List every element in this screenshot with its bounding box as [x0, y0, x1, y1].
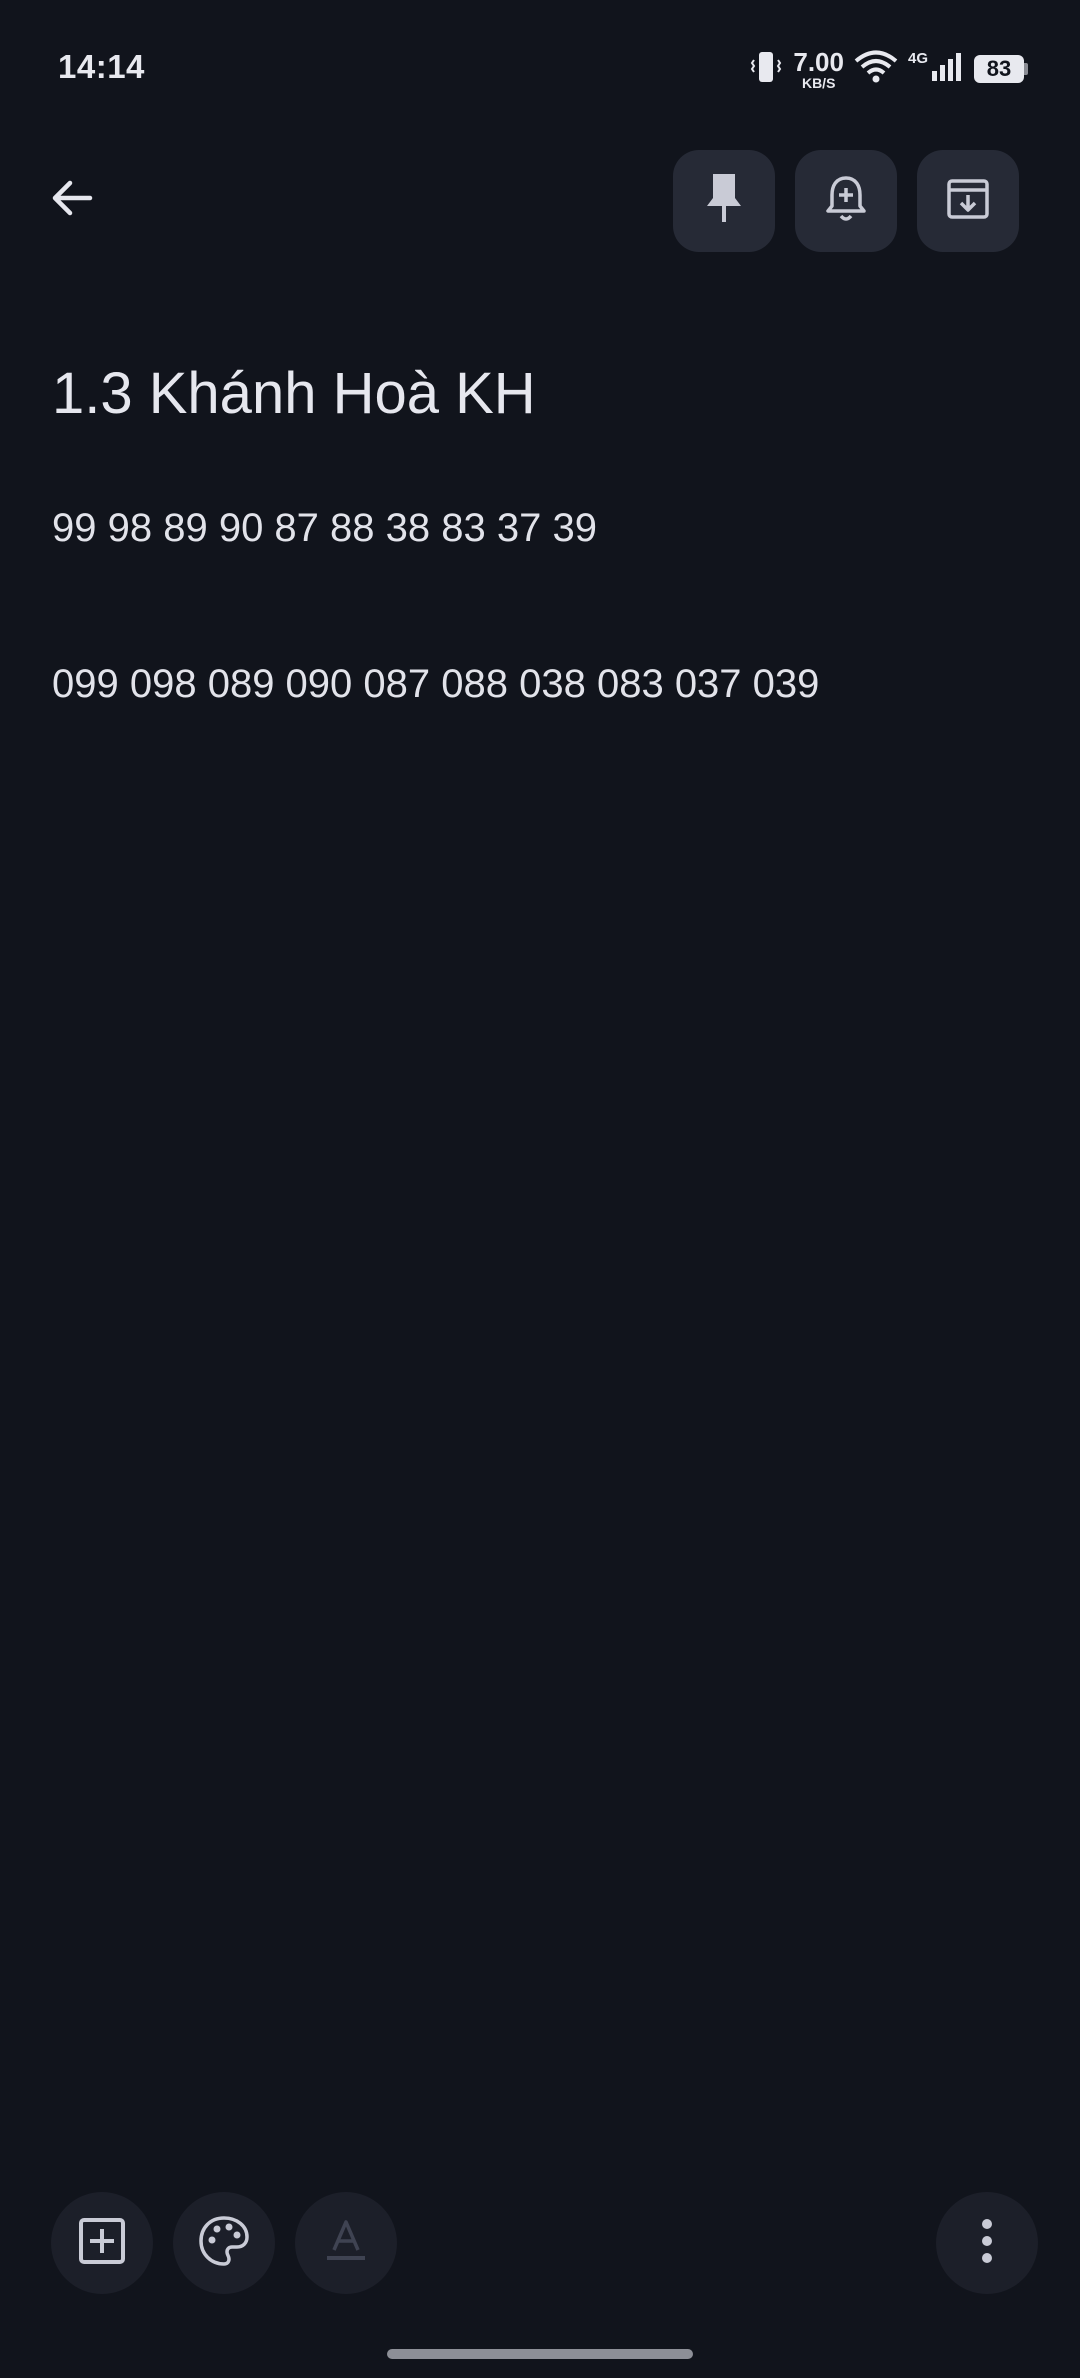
- arrow-left-icon: [50, 178, 94, 223]
- battery-tip: [1024, 63, 1028, 75]
- network-type: 4G: [907, 50, 928, 67]
- wifi-icon: [854, 50, 898, 89]
- status-icons: 7.00 KB/S 4G 83: [749, 44, 1028, 94]
- color-palette-button[interactable]: [173, 2192, 275, 2294]
- network-speed-unit: KB/S: [801, 74, 836, 91]
- note-line: 99 98 89 90 87 88 38 83 37 39: [52, 506, 597, 550]
- note-body[interactable]: 99 98 89 90 87 88 38 83 37 39 099 098 08…: [52, 502, 1032, 710]
- signal-icon: [930, 51, 964, 88]
- battery-level: 83: [974, 55, 1024, 83]
- archive-icon: [945, 176, 991, 227]
- note-title[interactable]: 1.3 Khánh Hoà KH: [52, 362, 1032, 426]
- note-line: 099 098 089 090 087 088 038 083 037 039: [52, 662, 820, 706]
- status-bar: 14:14 7.00 KB/S 4G 83: [0, 0, 1080, 140]
- network-speed-value: 7.00: [793, 46, 844, 77]
- network-speed: 7.00 KB/S: [793, 49, 844, 90]
- pin-icon: [704, 172, 744, 231]
- palette-icon: [197, 2214, 251, 2273]
- vibrate-icon: [749, 49, 783, 90]
- add-content-button[interactable]: [51, 2192, 153, 2294]
- pin-button[interactable]: [673, 150, 775, 252]
- text-format-button[interactable]: [295, 2192, 397, 2294]
- archive-button[interactable]: [917, 150, 1019, 252]
- more-vertical-icon: [980, 2218, 994, 2269]
- note-toolbar: [0, 148, 1080, 252]
- battery-indicator: 83: [974, 55, 1028, 83]
- bell-plus-icon: [824, 173, 868, 230]
- back-button[interactable]: [40, 162, 104, 238]
- bottom-bar: [0, 2192, 1080, 2296]
- reminder-button[interactable]: [795, 150, 897, 252]
- status-time: 14:14: [58, 48, 145, 85]
- home-indicator[interactable]: [387, 2349, 693, 2359]
- more-options-button[interactable]: [936, 2192, 1038, 2294]
- add-box-icon: [77, 2216, 127, 2271]
- text-format-icon: [323, 2216, 369, 2271]
